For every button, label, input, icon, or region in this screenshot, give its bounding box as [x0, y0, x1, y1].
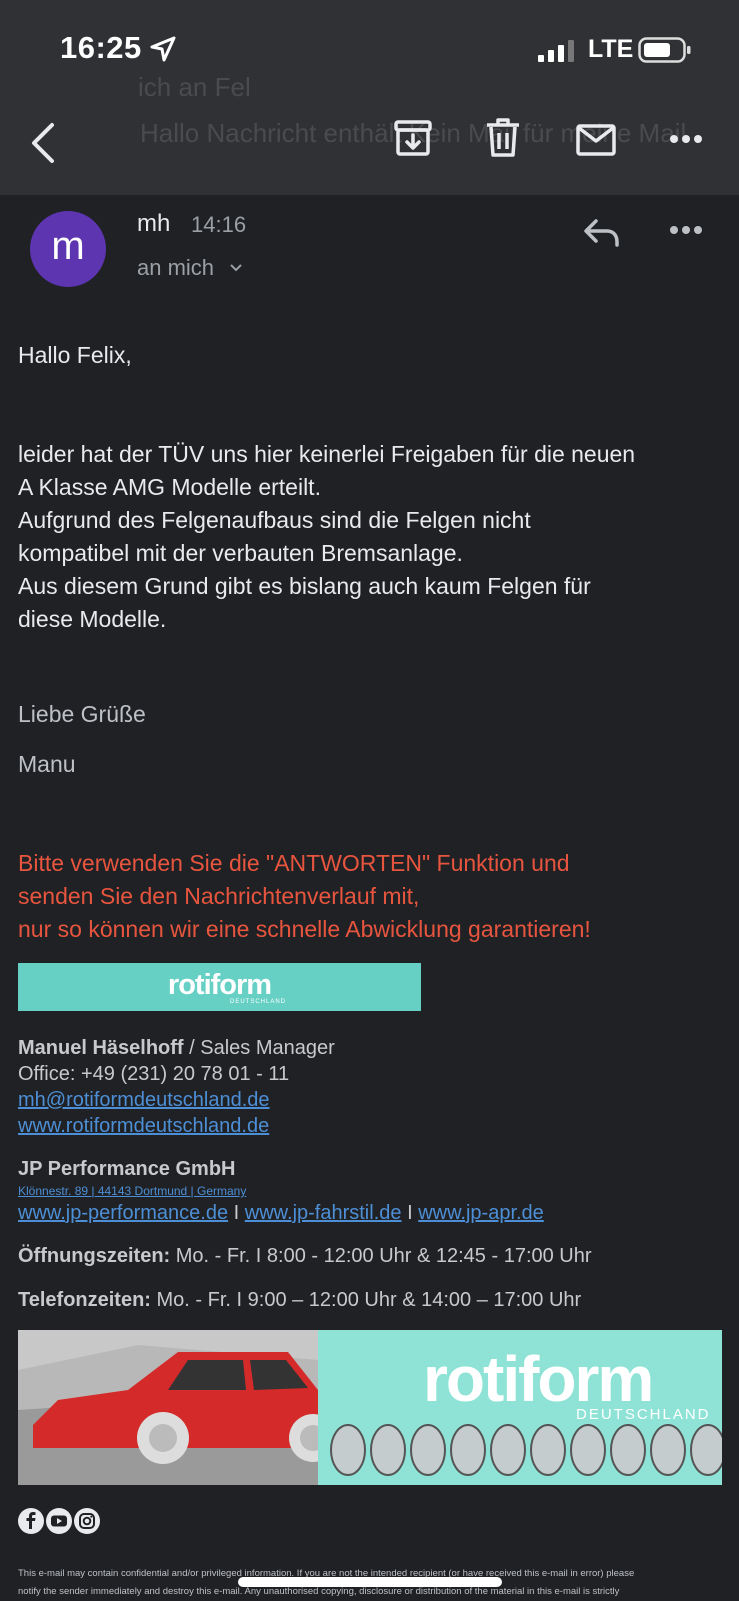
rotiform-logo-banner[interactable]: rotiform DEUTSCHLAND: [18, 963, 421, 1011]
signature-office: Office: +49 (231) 20 78 01 - 11: [18, 1063, 290, 1085]
notice-line: senden Sie den Nachrichtenverlauf mit,: [18, 883, 420, 909]
body-line: leider hat der TÜV uns hier keinerlei Fr…: [18, 441, 636, 467]
ad-logo-sub: DEUTSCHLAND: [576, 1406, 711, 1423]
message-more-icon[interactable]: [670, 225, 702, 235]
mail-icon[interactable]: [576, 124, 616, 156]
cellular-signal-icon: [538, 40, 574, 62]
location-arrow-icon: [150, 36, 176, 62]
link-separator: I: [407, 1202, 413, 1224]
signature-email-link[interactable]: mh@rotiformdeutschland.de: [18, 1088, 270, 1113]
body-line: A Klasse AMG Modelle erteilt.: [18, 474, 321, 500]
back-arrow-icon[interactable]: [28, 122, 58, 164]
signature-name-line: Manuel Häselhoff / Sales Manager: [18, 1036, 335, 1061]
greeting: Hallo Felix,: [18, 342, 132, 368]
signature-website-link[interactable]: www.rotiformdeutschland.de: [18, 1114, 269, 1139]
phone-hours-value: Mo. - Fr. I 9:00 – 12:00 Uhr & 14:00 – 1…: [150, 1289, 582, 1311]
opening-hours-label: Öffnungszeiten:: [18, 1245, 171, 1267]
reply-icon[interactable]: [583, 218, 621, 248]
home-indicator[interactable]: [238, 1577, 502, 1587]
instagram-icon[interactable]: [74, 1508, 100, 1534]
youtube-icon[interactable]: [46, 1508, 72, 1534]
notice-line: nur so können wir eine schnelle Abwicklu…: [18, 916, 591, 942]
signoff-name: Manu: [18, 751, 76, 777]
chevron-down-icon[interactable]: [229, 263, 243, 273]
trash-icon[interactable]: [485, 118, 521, 158]
jp-apr-link[interactable]: www.jp-apr.de: [418, 1202, 544, 1224]
jp-performance-link[interactable]: www.jp-performance.de: [18, 1202, 228, 1224]
body-line: kompatibel mit der verbauten Bremsanlage…: [18, 540, 463, 566]
reply-notice: Bitte verwenden Sie die "ANTWORTEN" Funk…: [18, 847, 723, 946]
message-time: 14:16: [191, 212, 247, 237]
rotiform-ad-banner[interactable]: rotiform DEUTSCHLAND: [18, 1330, 722, 1485]
logo-text: rotiform: [167, 969, 272, 1001]
link-separator: I: [233, 1202, 240, 1224]
notice-line: Bitte verwenden Sie die "ANTWORTEN" Funk…: [18, 850, 570, 876]
network-type: LTE: [588, 35, 634, 63]
company-links: www.jp-performance.de I www.jp-fahrstil.…: [18, 1201, 544, 1226]
sender-avatar[interactable]: m: [30, 211, 106, 287]
body-line: Aufgrund des Felgenaufbaus sind die Felg…: [18, 507, 531, 533]
more-options-icon[interactable]: [670, 134, 702, 144]
body-paragraph: leider hat der TÜV uns hier keinerlei Fr…: [18, 438, 723, 636]
body-line: diese Modelle.: [18, 606, 167, 632]
closing: Liebe Grüße: [18, 701, 146, 727]
jp-fahrstil-link[interactable]: www.jp-fahrstil.de: [245, 1202, 402, 1224]
signature-person: Manuel Häselhoff: [18, 1037, 184, 1059]
battery-icon: [638, 37, 691, 63]
archive-icon[interactable]: [393, 118, 433, 158]
faded-subject: ich an Fel: [138, 72, 251, 102]
logo-subtext: DEUTSCHLAND: [230, 999, 287, 1005]
body-line: Aus diesem Grund gibt es bislang auch ka…: [18, 573, 591, 599]
status-time: 16:25: [60, 30, 142, 65]
sender-name: mh: [137, 210, 171, 237]
opening-hours-value: Mo. - Fr. I 8:00 - 12:00 Uhr & 12:45 - 1…: [170, 1245, 592, 1267]
company-address-link[interactable]: Klönnestr. 89 | 44143 Dortmund | Germany: [18, 1183, 246, 1199]
opening-hours: Öffnungszeiten: Mo. - Fr. I 8:00 - 12:00…: [18, 1244, 592, 1269]
phone-hours-label: Telefonzeiten:: [18, 1289, 151, 1311]
ad-logo: rotiform: [423, 1343, 654, 1415]
phone-hours: Telefonzeiten: Mo. - Fr. I 9:00 – 12:00 …: [18, 1288, 581, 1313]
company-name: JP Performance GmbH: [18, 1158, 236, 1180]
signature-title: / Sales Manager: [183, 1037, 335, 1059]
recipient-label[interactable]: an mich: [137, 255, 214, 281]
facebook-icon[interactable]: [18, 1508, 44, 1534]
